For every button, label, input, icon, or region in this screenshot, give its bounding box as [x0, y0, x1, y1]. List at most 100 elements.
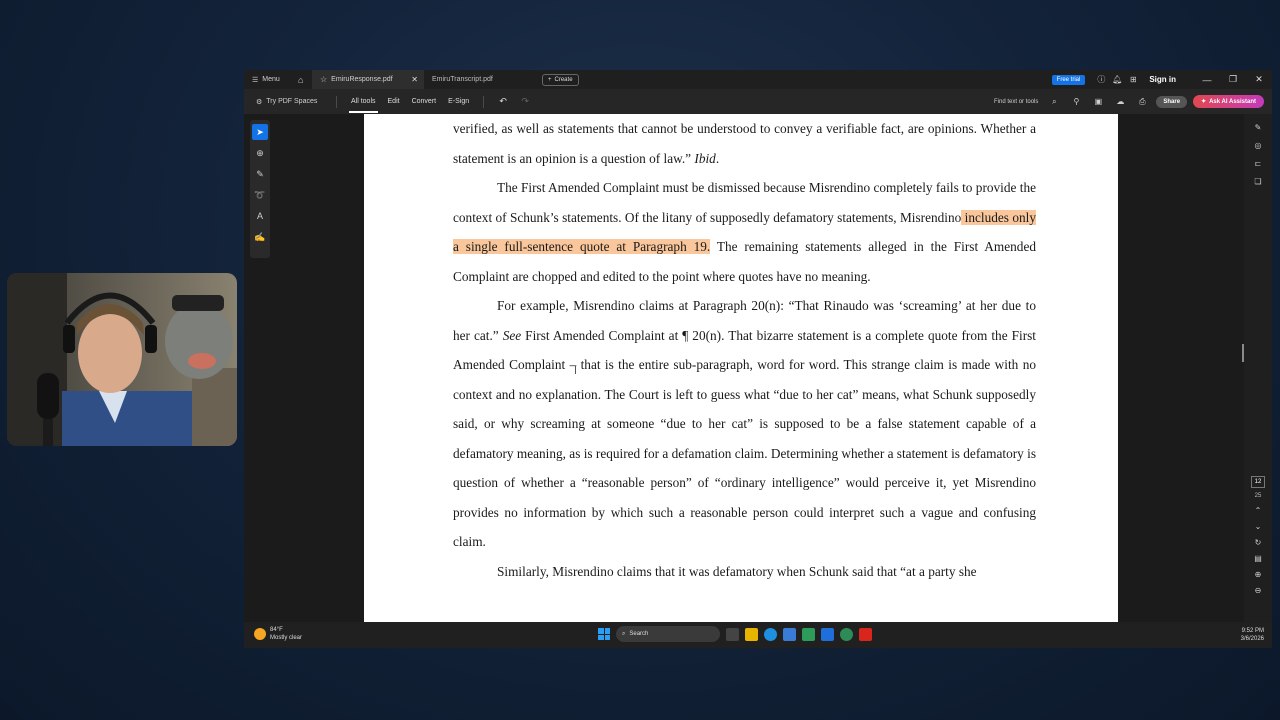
plus-icon: +	[548, 76, 552, 83]
tab-emiru-response[interactable]: ☆ EmiruResponse.pdf ✕	[312, 70, 424, 89]
webcam-overlay	[7, 273, 237, 446]
redo-icon[interactable]: ↷	[514, 96, 536, 107]
menu-edit[interactable]: Edit	[382, 89, 406, 114]
paragraph-text: Similarly, Misrendino claims that it was…	[497, 563, 977, 579]
save-icon[interactable]: ▣	[1090, 97, 1106, 106]
search-label: Search	[629, 631, 649, 637]
hamburger-icon: ☰	[252, 76, 259, 84]
sign-in-button[interactable]: Sign in	[1149, 75, 1176, 84]
menu-button[interactable]: ☰ Menu	[252, 76, 290, 84]
right-panel-rail: ✎ ◎ ⊏ ❏ 12 25 ⌃ ⌄ ↻ ▤ ⊕ ⊖	[1244, 114, 1272, 648]
main-toolbar: ⚙ Try PDF Spaces All tools Edit Convert …	[244, 89, 1272, 114]
search-icon: ⌕	[622, 630, 626, 637]
weather-text: 84°F Mostly clear	[270, 626, 302, 642]
app-icon[interactable]	[802, 627, 815, 641]
bell-icon[interactable]: 🔔︎	[1109, 75, 1125, 84]
taskbar-search[interactable]: ⌕ Search	[616, 626, 720, 642]
tab-label: EmiruResponse.pdf	[331, 76, 393, 83]
comment-icon[interactable]: ✎	[1244, 123, 1272, 132]
total-pages: 25	[1254, 493, 1262, 499]
pdf-spaces-label: Try PDF Spaces	[266, 98, 318, 105]
close-tab-icon[interactable]: ✕	[411, 75, 418, 84]
page-down-icon[interactable]: ⌄	[1244, 522, 1272, 531]
rotate-icon[interactable]: ↻	[1244, 538, 1272, 547]
paragraph: Similarly, Misrendino claims that it was…	[453, 557, 1036, 587]
paragraph: For example, Misrendino claims at Paragr…	[453, 291, 1036, 557]
help-icon[interactable]: ⓘ	[1093, 74, 1109, 85]
acrobat-icon[interactable]	[859, 627, 872, 641]
print-icon[interactable]: ⎙	[1134, 97, 1150, 107]
paragraph: The First Amended Complaint must be dism…	[453, 173, 1036, 291]
webcam-video	[7, 273, 237, 446]
citation: Ibid	[694, 150, 716, 166]
weather-widget[interactable]: 84°F Mostly clear	[254, 626, 302, 642]
paragraph-text: verified, as well as statements that can…	[453, 121, 1036, 166]
mail-icon[interactable]	[821, 627, 834, 641]
find-text-label[interactable]: Find text or tools	[994, 99, 1038, 105]
page-navigation: 12 25 ⌃ ⌄ ↻ ▤ ⊕ ⊖	[1244, 476, 1272, 595]
undo-icon[interactable]: ↶	[492, 96, 514, 107]
quick-tools-rail: ➤ ⊕ ✎ ➰ A ✍	[250, 120, 270, 258]
text-cursor-icon	[575, 366, 576, 374]
toolbar-right: Find text or tools ⌕ ⚲ ▣ ☁ ⎙ Share ✦ Ask…	[994, 89, 1264, 114]
ai-tools-icon[interactable]: ⚲	[1068, 97, 1084, 106]
spaces-icon: ⚙	[256, 98, 263, 106]
share-button[interactable]: Share	[1156, 95, 1188, 108]
acrobat-window: ☰ Menu ⌂ ☆ EmiruResponse.pdf ✕ EmiruTran…	[244, 70, 1272, 648]
pdf-page: verified, as well as statements that can…	[364, 114, 1118, 648]
edge-icon[interactable]	[764, 627, 777, 641]
create-label: Create	[554, 76, 573, 83]
fit-page-icon[interactable]: ▤	[1244, 554, 1272, 563]
windows-start-icon[interactable]	[598, 628, 610, 640]
windows-taskbar: 84°F Mostly clear ⌕ Search 9:52 PM 3/6/2…	[244, 622, 1272, 648]
tab-emiru-transcript[interactable]: EmiruTranscript.pdf	[424, 70, 536, 89]
ask-ai-assistant-button[interactable]: ✦ Ask AI Assistant	[1193, 95, 1264, 108]
menu-label: Menu	[262, 76, 280, 83]
weather-condition: Mostly clear	[270, 635, 303, 641]
menu-all-tools[interactable]: All tools	[345, 89, 382, 114]
pen-icon[interactable]: ✎	[252, 166, 268, 182]
menu-esign[interactable]: E-Sign	[442, 89, 475, 114]
search-icon[interactable]: ⌕	[1046, 97, 1062, 107]
home-icon[interactable]: ⌂	[298, 75, 312, 85]
text-box-icon[interactable]: A	[252, 208, 268, 224]
divider	[483, 95, 485, 108]
title-bar-right: Free trial ⓘ 🔔︎ ⊞ Sign in — ❐ ✕	[1051, 70, 1272, 89]
upload-cloud-icon[interactable]: ☁	[1112, 97, 1128, 106]
divider	[336, 95, 337, 108]
pages-icon[interactable]: ❏	[1244, 177, 1272, 186]
select-cursor-icon[interactable]: ➤	[252, 124, 268, 140]
paragraph-text: First Amended Complaint at ¶ 20(n). That…	[453, 327, 1037, 550]
zoom-in-icon[interactable]: ⊕	[1244, 570, 1272, 579]
task-view-icon[interactable]	[726, 627, 739, 641]
store-icon[interactable]	[783, 627, 796, 641]
temperature: 84°F	[270, 627, 283, 633]
minimize-icon[interactable]: —	[1194, 75, 1220, 85]
apps-grid-icon[interactable]: ⊞	[1125, 75, 1141, 84]
close-window-icon[interactable]: ✕	[1246, 74, 1272, 85]
pdf-spaces-button[interactable]: ⚙ Try PDF Spaces	[256, 98, 328, 106]
create-button[interactable]: + Create	[542, 73, 579, 86]
page-up-icon[interactable]: ⌃	[1244, 506, 1272, 515]
title-bar: ☰ Menu ⌂ ☆ EmiruResponse.pdf ✕ EmiruTran…	[244, 70, 1272, 89]
taskbar-apps: ⌕ Search	[598, 626, 872, 642]
menu-convert[interactable]: Convert	[406, 89, 443, 114]
signature-icon[interactable]: ✍	[252, 229, 268, 245]
zoom-tool-icon[interactable]: ⊕	[252, 145, 268, 161]
document-body: verified, as well as statements that can…	[453, 114, 1036, 586]
bookmark-icon[interactable]: ⊏	[1244, 159, 1272, 168]
current-page-field[interactable]: 12	[1251, 476, 1265, 488]
file-explorer-icon[interactable]	[745, 627, 758, 641]
paragraph-text: The First Amended Complaint must be dism…	[453, 180, 1036, 225]
stamp-icon[interactable]: ◎	[1244, 141, 1272, 150]
weather-icon	[254, 628, 266, 640]
free-trial-button[interactable]: Free trial	[1051, 74, 1086, 85]
lasso-icon[interactable]: ➰	[252, 187, 268, 203]
star-icon[interactable]: ☆	[320, 75, 327, 84]
restore-icon[interactable]: ❐	[1220, 74, 1246, 85]
chrome-icon[interactable]	[840, 627, 853, 641]
system-clock[interactable]: 9:52 PM 3/6/2026	[1241, 627, 1264, 643]
tab-label: EmiruTranscript.pdf	[432, 76, 493, 83]
clock-date: 3/6/2026	[1240, 636, 1264, 642]
zoom-out-icon[interactable]: ⊖	[1244, 586, 1272, 595]
